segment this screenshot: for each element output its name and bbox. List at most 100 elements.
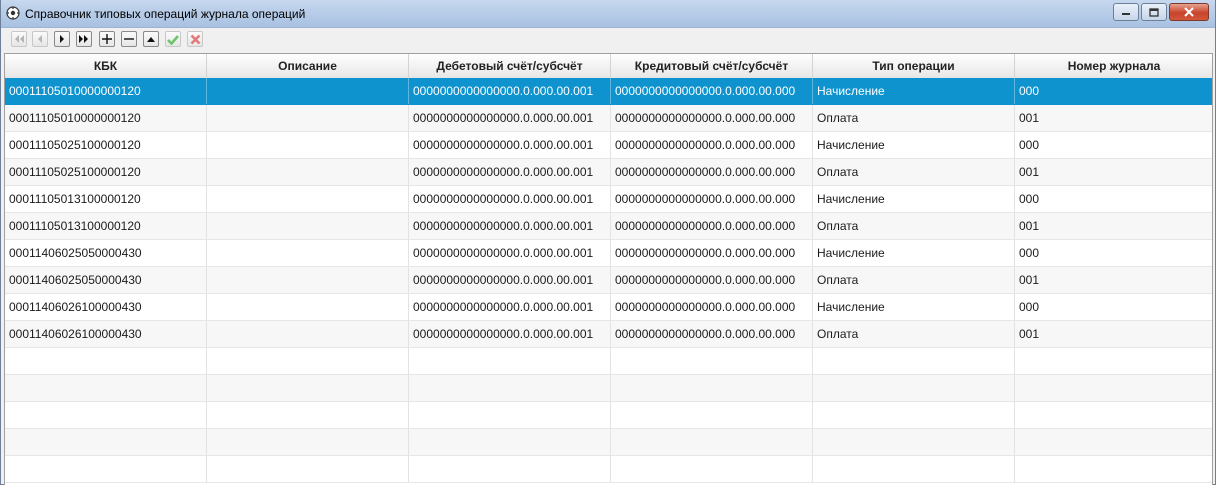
table-row[interactable]: 00011105025100000120 0000000000000000.0.0… bbox=[5, 159, 1212, 186]
cell-credit-account[interactable]: 0000000000000000.0.000.00.000 bbox=[611, 240, 813, 266]
cell-credit-account[interactable]: 0000000000000000.0.000.00.000 bbox=[611, 213, 813, 239]
cell-description[interactable] bbox=[207, 402, 409, 428]
cell-description[interactable] bbox=[207, 78, 409, 104]
delete-record-button[interactable] bbox=[121, 31, 137, 47]
cell-operation-type[interactable]: Начисление bbox=[813, 186, 1015, 212]
cell-credit-account[interactable]: 0000000000000000.0.000.00.000 bbox=[611, 321, 813, 347]
cell-debit-account[interactable] bbox=[409, 375, 611, 401]
title-bar[interactable]: Справочник типовых операций журнала опер… bbox=[1, 0, 1215, 28]
minimize-button[interactable] bbox=[1113, 3, 1139, 21]
cell-kbk[interactable] bbox=[5, 429, 207, 455]
cell-journal-number[interactable] bbox=[1015, 402, 1212, 428]
table-row[interactable] bbox=[5, 348, 1212, 375]
edit-record-button[interactable] bbox=[143, 31, 159, 47]
cell-debit-account[interactable]: 0000000000000000.0.000.00.001 bbox=[409, 321, 611, 347]
cell-operation-type[interactable]: Начисление bbox=[813, 78, 1015, 104]
cell-description[interactable] bbox=[207, 186, 409, 212]
cell-operation-type[interactable]: Оплата bbox=[813, 267, 1015, 293]
confirm-button[interactable] bbox=[165, 31, 181, 47]
cell-kbk[interactable]: 00011105025100000120 bbox=[5, 159, 207, 185]
table-row[interactable]: 00011406025050000430 0000000000000000.0.0… bbox=[5, 267, 1212, 294]
cell-kbk[interactable]: 00011406025050000430 bbox=[5, 240, 207, 266]
cell-debit-account[interactable] bbox=[409, 456, 611, 482]
cell-debit-account[interactable]: 0000000000000000.0.000.00.001 bbox=[409, 105, 611, 131]
cell-description[interactable] bbox=[207, 294, 409, 320]
cell-debit-account[interactable]: 0000000000000000.0.000.00.001 bbox=[409, 159, 611, 185]
cell-description[interactable] bbox=[207, 105, 409, 131]
cell-journal-number[interactable]: 000 bbox=[1015, 78, 1212, 104]
cell-operation-type[interactable]: Начисление bbox=[813, 240, 1015, 266]
cell-kbk[interactable]: 00011105025100000120 bbox=[5, 132, 207, 158]
cell-operation-type[interactable] bbox=[813, 456, 1015, 482]
cell-debit-account[interactable]: 0000000000000000.0.000.00.001 bbox=[409, 132, 611, 158]
cell-journal-number[interactable]: 000 bbox=[1015, 186, 1212, 212]
cell-kbk[interactable] bbox=[5, 402, 207, 428]
cell-debit-account[interactable]: 0000000000000000.0.000.00.001 bbox=[409, 294, 611, 320]
cell-credit-account[interactable]: 0000000000000000.0.000.00.000 bbox=[611, 294, 813, 320]
header-col-journal-number[interactable]: Номер журнала bbox=[1015, 54, 1212, 78]
cell-credit-account[interactable]: 0000000000000000.0.000.00.000 bbox=[611, 159, 813, 185]
header-col-credit-account[interactable]: Кредитовый счёт/субсчёт bbox=[611, 54, 813, 78]
cancel-button[interactable] bbox=[187, 31, 203, 47]
cell-credit-account[interactable] bbox=[611, 456, 813, 482]
cell-kbk[interactable]: 00011406025050000430 bbox=[5, 267, 207, 293]
table-row[interactable]: 00011105013100000120 0000000000000000.0.0… bbox=[5, 186, 1212, 213]
cell-operation-type[interactable]: Оплата bbox=[813, 105, 1015, 131]
cell-journal-number[interactable]: 001 bbox=[1015, 321, 1212, 347]
cell-credit-account[interactable] bbox=[611, 429, 813, 455]
cell-operation-type[interactable]: Оплата bbox=[813, 159, 1015, 185]
table-row[interactable]: 00011406025050000430 0000000000000000.0.0… bbox=[5, 240, 1212, 267]
table-row[interactable]: 00011406026100000430 0000000000000000.0.0… bbox=[5, 294, 1212, 321]
cell-kbk[interactable]: 00011406026100000430 bbox=[5, 294, 207, 320]
cell-kbk[interactable] bbox=[5, 348, 207, 374]
next-record-button[interactable] bbox=[54, 31, 70, 47]
cell-description[interactable] bbox=[207, 375, 409, 401]
table-row[interactable] bbox=[5, 456, 1212, 483]
cell-credit-account[interactable]: 0000000000000000.0.000.00.000 bbox=[611, 78, 813, 104]
cell-journal-number[interactable]: 001 bbox=[1015, 159, 1212, 185]
header-col-description[interactable]: Описание bbox=[207, 54, 409, 78]
first-record-button[interactable] bbox=[11, 31, 27, 47]
cell-debit-account[interactable]: 0000000000000000.0.000.00.001 bbox=[409, 213, 611, 239]
table-row[interactable]: 00011105010000000120 0000000000000000.0.0… bbox=[5, 78, 1212, 105]
cell-journal-number[interactable]: 000 bbox=[1015, 132, 1212, 158]
cell-credit-account[interactable] bbox=[611, 348, 813, 374]
cell-debit-account[interactable]: 0000000000000000.0.000.00.001 bbox=[409, 186, 611, 212]
cell-description[interactable] bbox=[207, 240, 409, 266]
header-col-debit-account[interactable]: Дебетовый счёт/субсчёт bbox=[409, 54, 611, 78]
table-row[interactable] bbox=[5, 402, 1212, 429]
cell-operation-type[interactable] bbox=[813, 402, 1015, 428]
cell-description[interactable] bbox=[207, 132, 409, 158]
cell-journal-number[interactable]: 001 bbox=[1015, 105, 1212, 131]
cell-debit-account[interactable]: 0000000000000000.0.000.00.001 bbox=[409, 240, 611, 266]
operations-table[interactable]: КБК Описание Дебетовый счёт/субсчёт Кредито… bbox=[4, 53, 1213, 485]
cell-description[interactable] bbox=[207, 267, 409, 293]
cell-credit-account[interactable]: 0000000000000000.0.000.00.000 bbox=[611, 267, 813, 293]
cell-debit-account[interactable] bbox=[409, 429, 611, 455]
cell-credit-account[interactable]: 0000000000000000.0.000.00.000 bbox=[611, 105, 813, 131]
cell-description[interactable] bbox=[207, 456, 409, 482]
header-col-operation-type[interactable]: Тип операции bbox=[813, 54, 1015, 78]
cell-kbk[interactable]: 00011105010000000120 bbox=[5, 105, 207, 131]
cell-journal-number[interactable] bbox=[1015, 429, 1212, 455]
cell-description[interactable] bbox=[207, 159, 409, 185]
prev-record-button[interactable] bbox=[32, 31, 48, 47]
cell-journal-number[interactable] bbox=[1015, 456, 1212, 482]
cell-credit-account[interactable]: 0000000000000000.0.000.00.000 bbox=[611, 132, 813, 158]
table-row[interactable] bbox=[5, 429, 1212, 456]
cell-operation-type[interactable]: Оплата bbox=[813, 321, 1015, 347]
header-col-kbk[interactable]: КБК bbox=[5, 54, 207, 78]
add-record-button[interactable] bbox=[99, 31, 115, 47]
cell-journal-number[interactable]: 001 bbox=[1015, 213, 1212, 239]
cell-credit-account[interactable] bbox=[611, 402, 813, 428]
cell-debit-account[interactable]: 0000000000000000.0.000.00.001 bbox=[409, 267, 611, 293]
table-row[interactable]: 00011105010000000120 0000000000000000.0.0… bbox=[5, 105, 1212, 132]
cell-journal-number[interactable] bbox=[1015, 375, 1212, 401]
cell-debit-account[interactable] bbox=[409, 402, 611, 428]
cell-journal-number[interactable]: 000 bbox=[1015, 240, 1212, 266]
cell-debit-account[interactable]: 0000000000000000.0.000.00.001 bbox=[409, 78, 611, 104]
cell-kbk[interactable] bbox=[5, 456, 207, 482]
cell-credit-account[interactable]: 0000000000000000.0.000.00.000 bbox=[611, 186, 813, 212]
maximize-button[interactable] bbox=[1141, 3, 1167, 21]
close-button[interactable] bbox=[1169, 3, 1209, 21]
